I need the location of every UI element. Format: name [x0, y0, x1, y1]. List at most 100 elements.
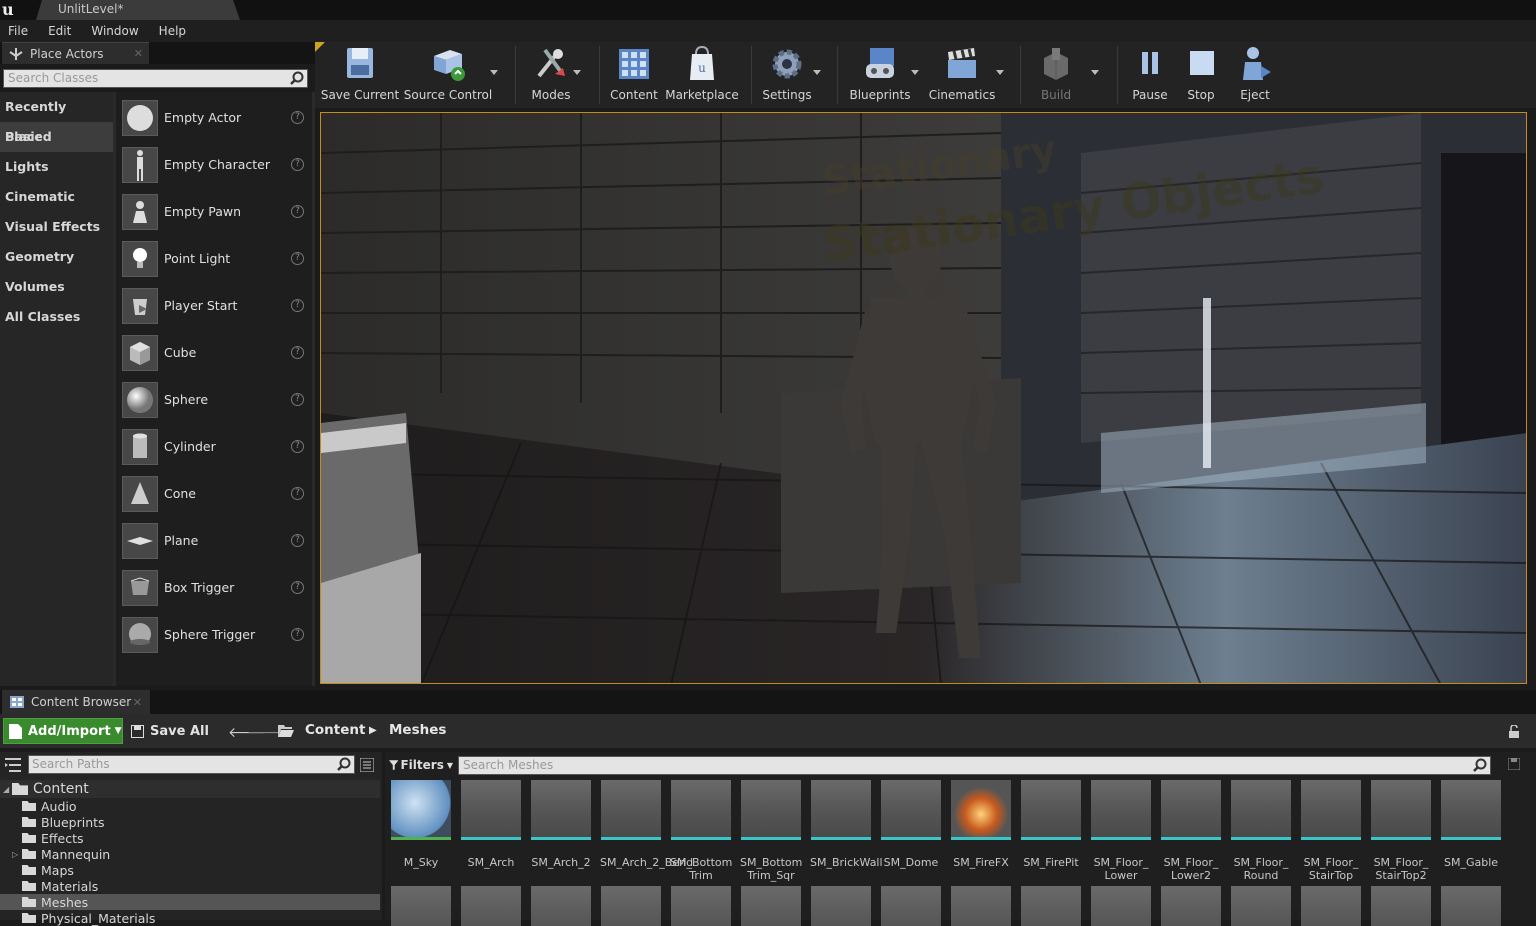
- source-control-dropdown-icon[interactable]: [490, 70, 498, 75]
- help-icon[interactable]: ?: [291, 487, 304, 500]
- asset-tile[interactable]: SM_Floor_ Round: [1230, 780, 1292, 882]
- tree-item-materials[interactable]: Materials: [0, 878, 380, 894]
- asset-tile[interactable]: SM_Arch_2_Bend: [600, 780, 693, 869]
- filters-button[interactable]: Filters ▼: [389, 755, 453, 775]
- expand-arrow-icon[interactable]: ◢: [0, 785, 12, 794]
- category-volumes[interactable]: Volumes: [0, 272, 113, 302]
- pause-button[interactable]: Pause: [1128, 44, 1172, 106]
- tree-item-effects[interactable]: Effects: [0, 830, 380, 846]
- asset-tile[interactable]: [881, 886, 941, 926]
- help-icon[interactable]: ?: [291, 440, 304, 453]
- breadcrumb-meshes[interactable]: Meshes: [389, 722, 446, 738]
- help-icon[interactable]: ?: [291, 252, 304, 265]
- help-icon[interactable]: ?: [291, 393, 304, 406]
- source-control-button[interactable]: Source Control: [404, 44, 492, 106]
- actor-item-cube[interactable]: Cube ?: [116, 329, 312, 376]
- tree-item-meshes[interactable]: Meshes: [0, 894, 380, 910]
- actor-item-empty-character[interactable]: Empty Character ?: [116, 141, 312, 188]
- blueprints-button[interactable]: Blueprints: [849, 44, 911, 106]
- actor-item-empty-pawn[interactable]: Empty Pawn ?: [116, 188, 312, 235]
- sources-toggle-icon[interactable]: [5, 758, 21, 772]
- settings-button[interactable]: Settings: [761, 44, 813, 106]
- close-tab-icon[interactable]: ✕: [133, 696, 142, 709]
- asset-tile[interactable]: SM_Floor_ Lower: [1090, 780, 1152, 882]
- asset-tile[interactable]: [1301, 886, 1361, 926]
- save-current-button[interactable]: Save Current: [321, 44, 399, 106]
- asset-tile[interactable]: SM_Bottom Trim: [670, 780, 732, 882]
- breadcrumb-content[interactable]: Content: [305, 722, 365, 738]
- asset-tile[interactable]: [1161, 886, 1221, 926]
- asset-tile[interactable]: [1371, 886, 1431, 926]
- search-meshes-input[interactable]: Search Meshes: [458, 756, 1491, 775]
- asset-tile[interactable]: SM_FirePit: [1020, 780, 1082, 869]
- asset-tile[interactable]: [671, 886, 731, 926]
- level-tab[interactable]: UnlitLevel*: [36, 0, 240, 20]
- help-icon[interactable]: ?: [291, 581, 304, 594]
- asset-tile[interactable]: SM_BrickWall: [810, 780, 883, 869]
- build-button[interactable]: Build: [1031, 44, 1081, 106]
- asset-tile[interactable]: [1231, 886, 1291, 926]
- asset-tile[interactable]: [741, 886, 801, 926]
- search-icon[interactable]: [290, 71, 304, 85]
- asset-tile[interactable]: [601, 886, 661, 926]
- asset-tile[interactable]: SM_Gable: [1440, 780, 1502, 869]
- menu-file[interactable]: File: [8, 24, 28, 38]
- help-icon[interactable]: ?: [291, 111, 304, 124]
- tree-root-content[interactable]: ◢ Content: [0, 780, 380, 798]
- menu-edit[interactable]: Edit: [48, 24, 71, 38]
- asset-tile[interactable]: [811, 886, 871, 926]
- breadcrumb-arrow-icon[interactable]: ▶: [369, 725, 377, 736]
- level-viewport[interactable]: Stationary Stationary Objects: [320, 112, 1527, 684]
- asset-tile[interactable]: M_Sky: [390, 780, 452, 869]
- asset-tile[interactable]: [391, 886, 451, 926]
- asset-tile[interactable]: SM_Bottom Trim_Sqr: [740, 780, 802, 882]
- content-button[interactable]: Content: [609, 44, 659, 106]
- actor-item-point-light[interactable]: Point Light ?: [116, 235, 312, 282]
- asset-tile[interactable]: [531, 886, 591, 926]
- tree-item-audio[interactable]: Audio: [0, 798, 380, 814]
- category-all-classes[interactable]: All Classes: [0, 302, 113, 332]
- lock-icon[interactable]: [1508, 725, 1520, 738]
- help-icon[interactable]: ?: [291, 346, 304, 359]
- asset-tile[interactable]: SM_Floor_ Lower2: [1160, 780, 1222, 882]
- asset-tile[interactable]: [951, 886, 1011, 926]
- actor-item-empty-actor[interactable]: Empty Actor ?: [116, 94, 312, 141]
- close-tab-icon[interactable]: ✕: [134, 47, 143, 60]
- menu-help[interactable]: Help: [159, 24, 186, 38]
- help-icon[interactable]: ?: [291, 628, 304, 641]
- category-basic[interactable]: Basic: [0, 122, 113, 152]
- actor-item-plane[interactable]: Plane ?: [116, 517, 312, 564]
- asset-tile[interactable]: SM_Floor_ StairTop2: [1370, 780, 1432, 882]
- actor-item-sphere[interactable]: Sphere ?: [116, 376, 312, 423]
- view-options-icon[interactable]: [360, 758, 374, 772]
- category-visual-effects[interactable]: Visual Effects: [0, 212, 113, 242]
- search-classes-input[interactable]: Search Classes: [3, 69, 308, 88]
- cinematics-button[interactable]: Cinematics: [929, 44, 995, 106]
- search-icon[interactable]: [337, 757, 351, 771]
- blueprints-dropdown-icon[interactable]: [911, 70, 919, 75]
- tab-place-actors[interactable]: Place Actors ✕: [2, 42, 149, 64]
- marketplace-button[interactable]: u Marketplace: [665, 44, 739, 106]
- tree-item-blueprints[interactable]: Blueprints: [0, 814, 380, 830]
- category-geometry[interactable]: Geometry: [0, 242, 113, 272]
- search-icon[interactable]: [1473, 758, 1487, 772]
- tree-item-physical-materials[interactable]: Physical_Materials: [0, 910, 380, 926]
- asset-tile[interactable]: [1021, 886, 1081, 926]
- modes-dropdown-icon[interactable]: [573, 70, 581, 75]
- asset-tile[interactable]: SM_Floor_ StairTop: [1300, 780, 1362, 882]
- asset-tile[interactable]: [461, 886, 521, 926]
- add-import-button[interactable]: Add/Import ▼: [3, 718, 123, 744]
- help-icon[interactable]: ?: [291, 205, 304, 218]
- menu-window[interactable]: Window: [91, 24, 138, 38]
- help-icon[interactable]: ?: [291, 158, 304, 171]
- stop-button[interactable]: Stop: [1181, 44, 1221, 106]
- actor-item-cone[interactable]: Cone ?: [116, 470, 312, 517]
- actor-item-player-start[interactable]: Player Start ?: [116, 282, 312, 329]
- asset-tile[interactable]: [1091, 886, 1151, 926]
- search-paths-input[interactable]: Search Paths: [28, 755, 355, 774]
- asset-tile[interactable]: SM_Arch_2: [530, 780, 592, 869]
- save-search-icon[interactable]: [1508, 758, 1520, 770]
- expand-arrow-icon[interactable]: ▷: [12, 850, 22, 859]
- category-recently-placed[interactable]: Recently Placed: [0, 92, 113, 144]
- asset-tile[interactable]: SM_Dome: [880, 780, 942, 869]
